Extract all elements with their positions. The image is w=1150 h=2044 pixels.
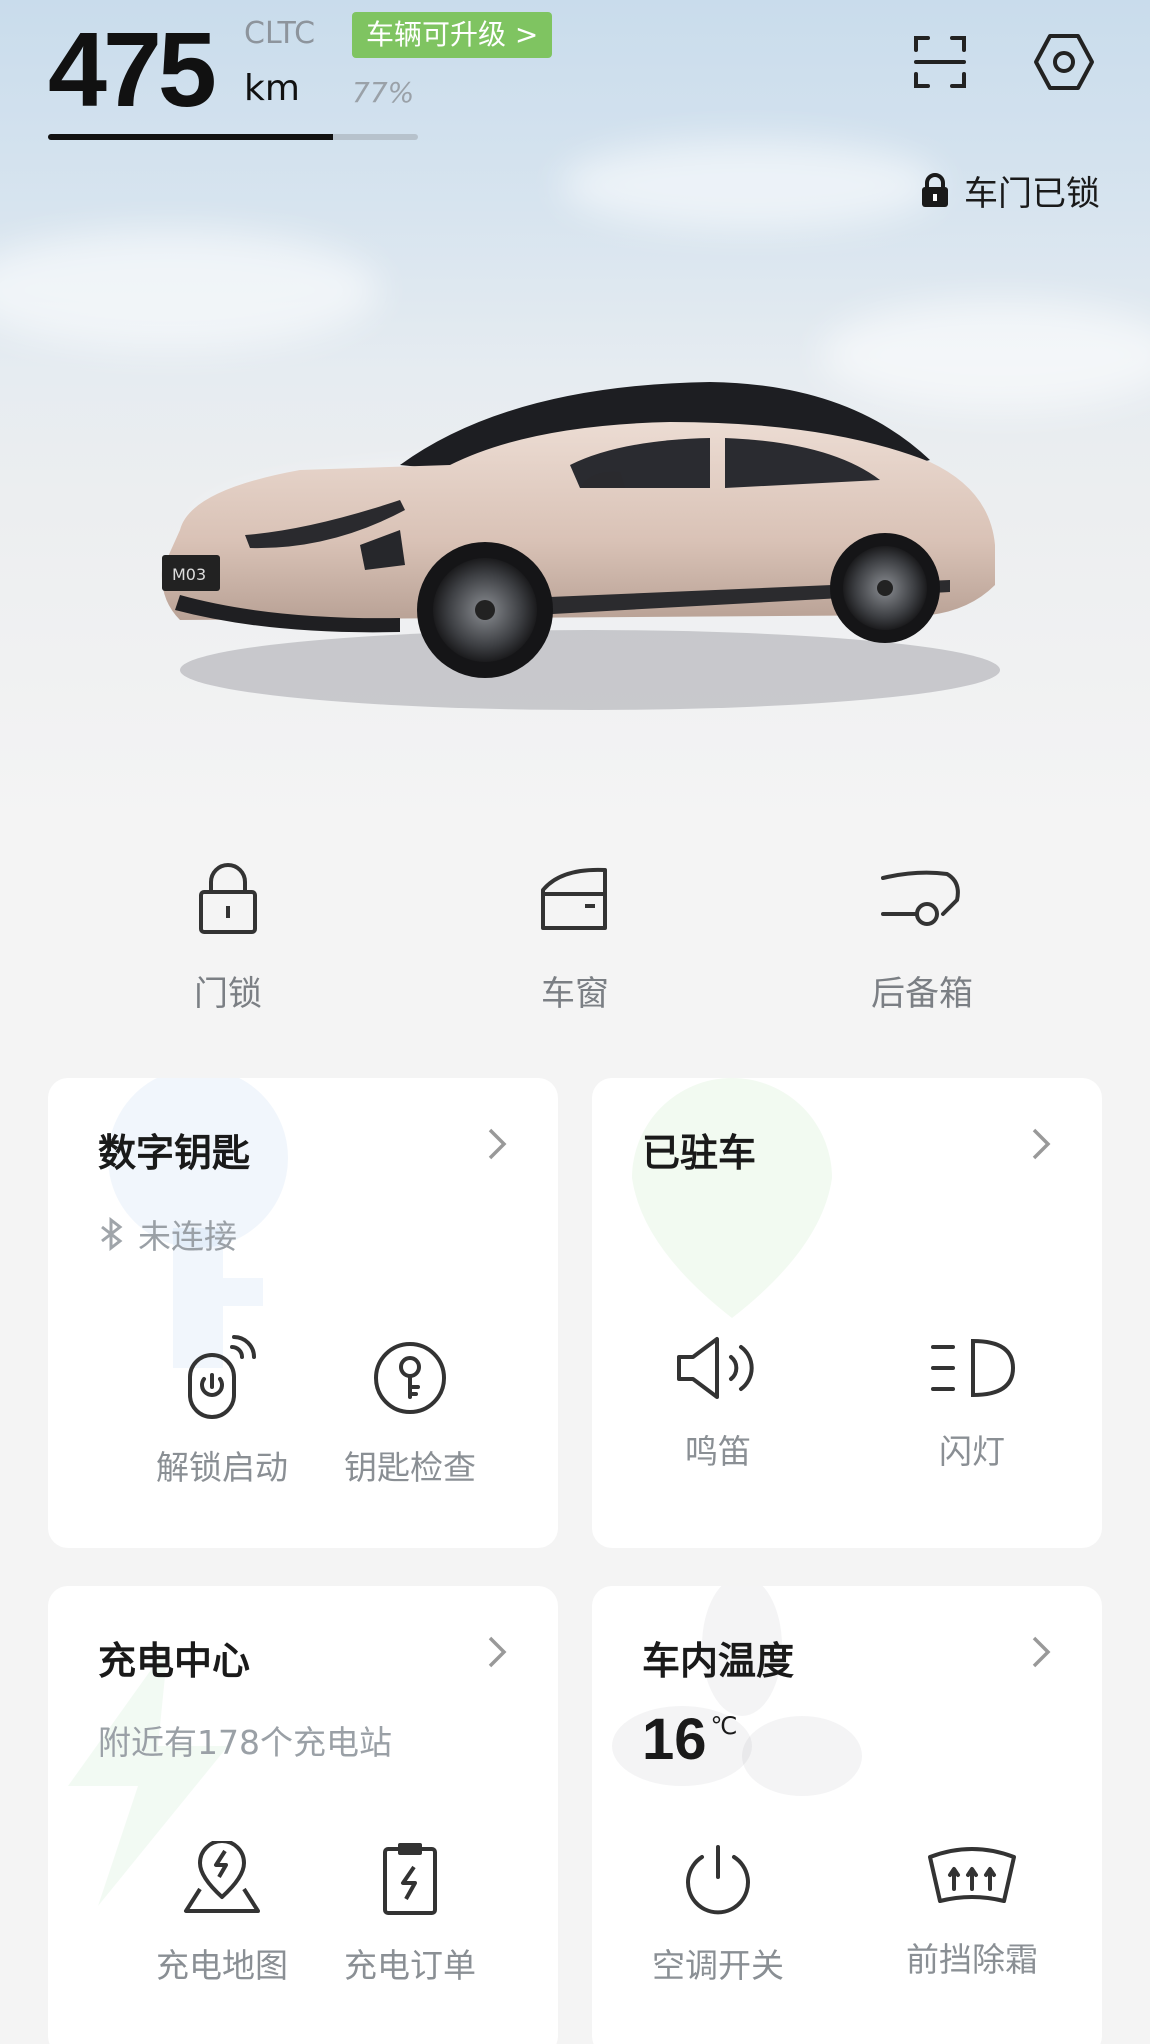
card-title: 车内温度 (642, 1639, 795, 1683)
sky-cloud (0, 230, 380, 350)
window-control[interactable]: 车窗 (475, 860, 675, 1015)
digital-key-card[interactable]: 数字钥匙 未连接 解锁启动 钥匙检查 (48, 1078, 558, 1548)
charging-order-label: 充电订单 (344, 1946, 476, 1985)
chevron-right-icon[interactable] (1030, 1126, 1052, 1162)
power-icon (686, 1845, 750, 1915)
car-window-icon (541, 867, 607, 930)
vehicle-upgrade-badge[interactable]: 车辆可升级 > (352, 12, 553, 58)
vehicle-hero: 475 CLTC km 车辆可升级 > 77% 车门已锁 M03 (0, 0, 1150, 830)
trunk-icon (881, 870, 960, 926)
key-check-label: 钥匙检查 (344, 1448, 476, 1487)
chevron-right-icon[interactable] (486, 1126, 508, 1162)
sky-cloud (560, 140, 940, 230)
chevron-right-icon[interactable] (1030, 1634, 1052, 1670)
ac-power-button[interactable]: 空调开关 (628, 1841, 808, 1987)
horn-button[interactable]: 鸣笛 (628, 1333, 808, 1473)
door-lock-control[interactable]: 门锁 (128, 860, 328, 1015)
key-fob-power-icon (188, 1335, 256, 1419)
door-status-label: 车门已锁 (964, 174, 1100, 214)
key-check-icon (374, 1342, 446, 1414)
settings-hexagon-icon[interactable] (1032, 30, 1096, 94)
range-unit: km (244, 68, 300, 109)
unlock-start-label: 解锁启动 (156, 1448, 288, 1487)
card-title: 充电中心 (98, 1639, 251, 1683)
battery-progress-fill (48, 134, 333, 140)
lock-icon (922, 172, 948, 207)
battery-percent: 77% (352, 76, 415, 109)
chevron-right-icon[interactable] (486, 1634, 508, 1670)
cabin-temperature-unit: ℃ (710, 1713, 738, 1740)
window-label: 车窗 (541, 974, 609, 1014)
quick-controls: 门锁 车窗 后备箱 (0, 860, 1150, 1040)
door-lock-status: 车门已锁 (920, 166, 1100, 215)
headlight-icon (931, 1338, 1016, 1398)
cabin-temperature: 16 ℃ (642, 1706, 737, 1773)
front-defrost-button[interactable]: 前挡除霜 (882, 1841, 1062, 1981)
cabin-temperature-value: 16 (642, 1707, 707, 1772)
charging-map-icon (184, 1841, 260, 1913)
charging-map-button[interactable]: 充电地图 (132, 1841, 312, 1987)
range-value: 475 (48, 11, 217, 129)
trunk-control[interactable]: 后备箱 (822, 860, 1022, 1015)
charging-stations-nearby: 附近有178个充电站 (98, 1723, 392, 1762)
front-defrost-label: 前挡除霜 (906, 1940, 1038, 1979)
car-image: M03 (161, 382, 1000, 710)
charging-card[interactable]: 充电中心 附近有178个充电站 充电地图 充电订单 (48, 1586, 558, 2044)
charging-order-icon (383, 1843, 437, 1915)
bluetooth-icon (101, 1217, 123, 1251)
card-title: 数字钥匙 (98, 1131, 251, 1175)
range-standard: CLTC (244, 16, 316, 51)
license-plate: M03 (172, 565, 206, 584)
flash-lights-label: 闪灯 (939, 1432, 1005, 1471)
front-defrost-icon (928, 1847, 1016, 1903)
charging-map-label: 充电地图 (156, 1946, 288, 1985)
climate-card[interactable]: 车内温度 16 ℃ 空调开关 前挡除霜 (592, 1586, 1102, 2044)
trunk-label: 后备箱 (871, 974, 973, 1014)
location-watermark-icon (632, 1078, 832, 1318)
scan-icon[interactable] (908, 30, 972, 94)
battery-progress-bar (48, 134, 418, 140)
bluetooth-status: 未连接 (98, 1210, 237, 1258)
padlock-icon (199, 863, 257, 934)
horn-speaker-icon (677, 1337, 754, 1399)
key-check-button[interactable]: 钥匙检查 (320, 1333, 500, 1489)
door-lock-label: 门锁 (194, 974, 262, 1014)
card-title: 已驻车 (642, 1131, 757, 1175)
bluetooth-status-label: 未连接 (138, 1217, 237, 1256)
charging-order-button[interactable]: 充电订单 (320, 1841, 500, 1987)
horn-label: 鸣笛 (685, 1432, 751, 1471)
flash-lights-button[interactable]: 闪灯 (882, 1333, 1062, 1473)
ac-power-label: 空调开关 (652, 1946, 784, 1985)
parked-card[interactable]: 已驻车 鸣笛 闪灯 (592, 1078, 1102, 1548)
unlock-start-button[interactable]: 解锁启动 (132, 1333, 312, 1489)
